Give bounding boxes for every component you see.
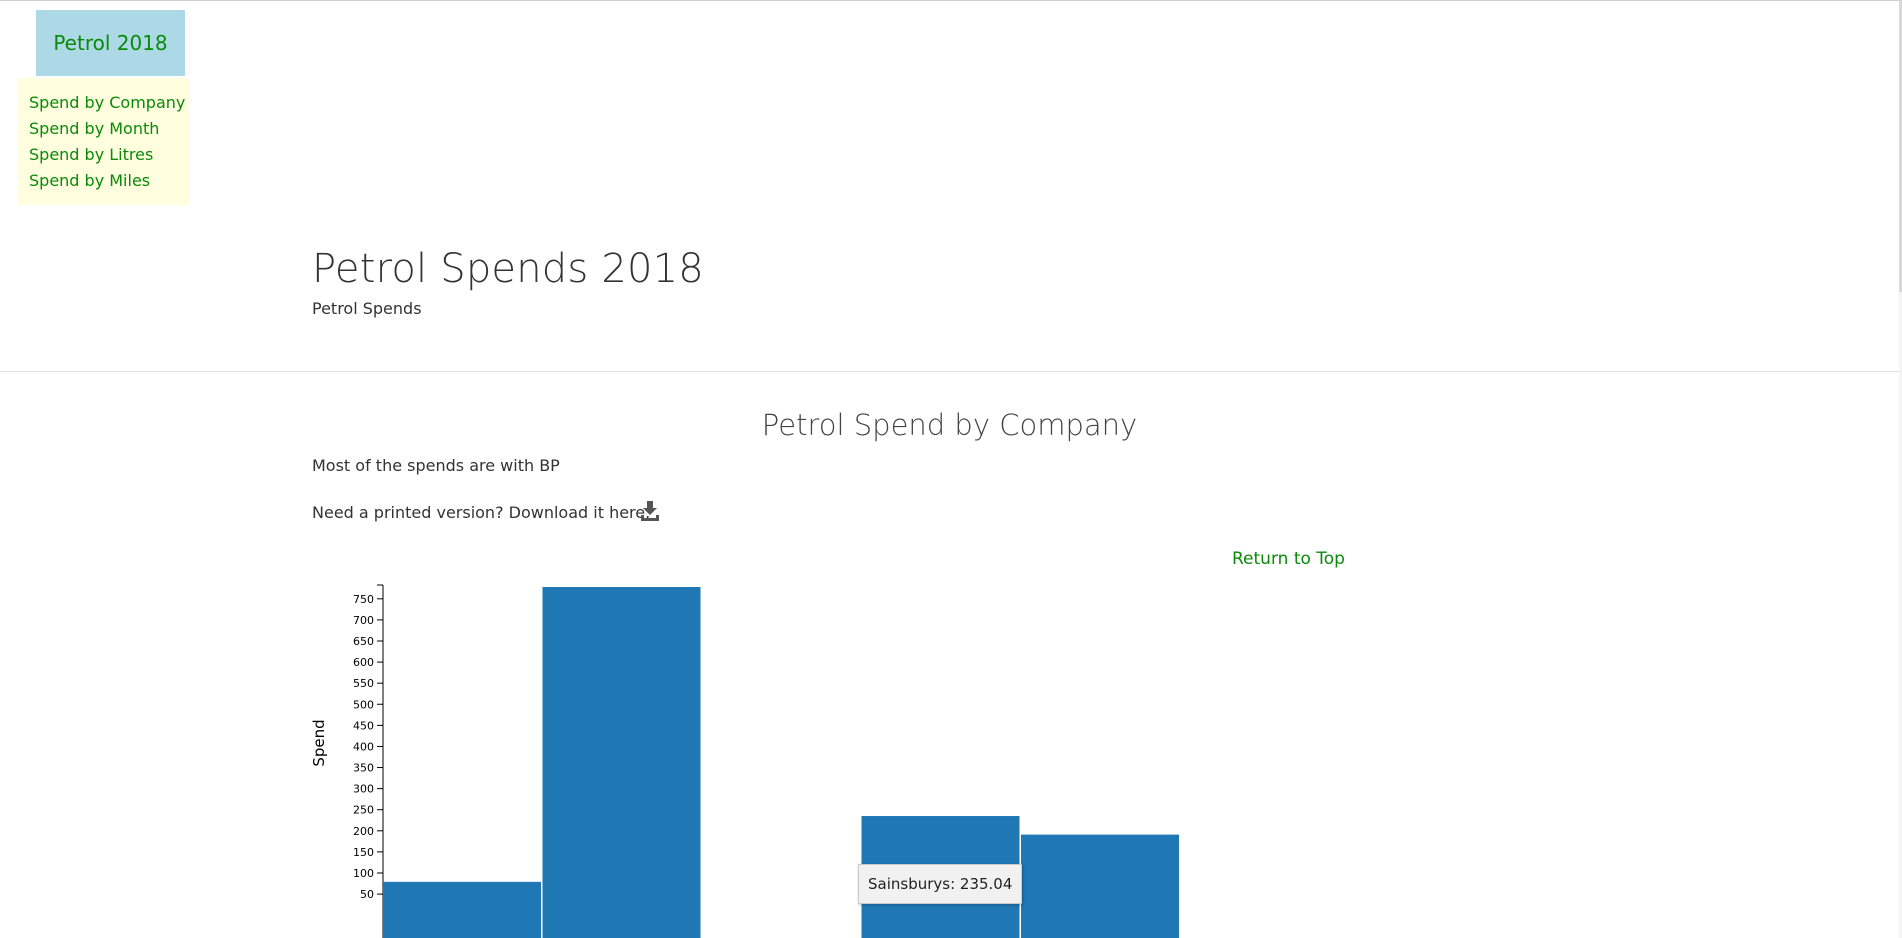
y-tick-label: 400 — [353, 740, 374, 753]
nav-link-spend-by-month[interactable]: Spend by Month — [29, 116, 189, 142]
top-border — [0, 0, 1902, 1]
y-axis-label: Spend — [310, 719, 328, 766]
y-tick-label: 150 — [353, 846, 374, 859]
download-text: Need a printed version? Download it here… — [312, 503, 651, 522]
section-lead-text: Most of the spends are with BP — [312, 456, 560, 475]
bar-tooltip: Sainsburys: 235.04 — [858, 864, 1023, 904]
side-nav: Spend by Company Spend by Month Spend by… — [18, 78, 189, 205]
bar-4[interactable] — [1021, 834, 1179, 938]
y-tick-label: 600 — [353, 656, 374, 669]
spend-by-company-chart: 50 100 150 200 250 300 350 400 450 500 550 600 650 70… — [300, 548, 1200, 938]
y-tick-label: 300 — [353, 783, 374, 796]
brand-logo[interactable]: Petrol 2018 — [36, 10, 185, 76]
section-title: Petrol Spend by Company — [761, 408, 1138, 442]
bar-1[interactable] — [542, 587, 701, 938]
page-subtitle: Petrol Spends — [312, 299, 422, 318]
y-tick-label: 550 — [353, 677, 374, 690]
chart-svg: 50 100 150 200 250 300 350 400 450 500 550 600 650 70… — [310, 584, 1179, 938]
y-tick-label: 750 — [353, 593, 374, 606]
y-tick-label: 250 — [353, 804, 374, 817]
y-tick-label: 650 — [353, 635, 374, 648]
y-tick-label: 450 — [353, 719, 374, 732]
nav-link-spend-by-miles[interactable]: Spend by Miles — [29, 168, 189, 194]
y-tick-label: 200 — [353, 825, 374, 838]
y-tick-label: 700 — [353, 614, 374, 627]
page-title: Petrol Spends 2018 — [312, 246, 704, 292]
y-tick-label: 100 — [353, 867, 374, 880]
y-tick-label: 500 — [353, 698, 374, 711]
y-tick-label: 50 — [360, 888, 374, 901]
download-icon[interactable] — [640, 500, 660, 522]
nav-link-spend-by-company[interactable]: Spend by Company — [29, 90, 189, 116]
return-to-top-link[interactable]: Return to Top — [1232, 549, 1345, 569]
bar-0[interactable] — [383, 881, 541, 938]
y-tick-label: 350 — [353, 762, 374, 775]
header-divider — [0, 371, 1899, 372]
nav-link-spend-by-litres[interactable]: Spend by Litres — [29, 142, 189, 168]
